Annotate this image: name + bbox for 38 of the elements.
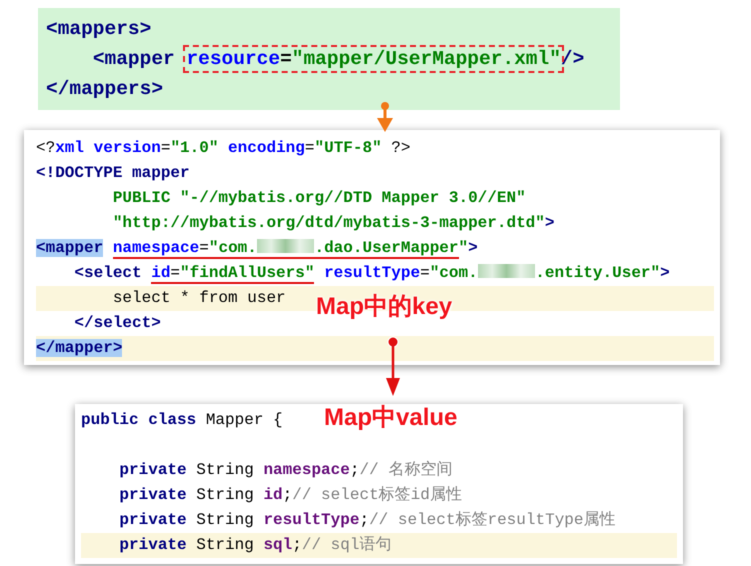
arrow	[377, 102, 393, 132]
code-line: <!DOCTYPE mapper	[36, 163, 190, 184]
code-token: >	[468, 239, 478, 257]
code-token: namespace	[112, 239, 200, 257]
code-token: <mapper	[92, 48, 176, 70]
code-token: />	[560, 48, 584, 70]
code-token: =	[170, 264, 180, 282]
code-token: >	[660, 264, 670, 282]
code-token: "mapper/UserMapper.xml"	[292, 48, 561, 70]
code-token: "com.	[208, 239, 257, 257]
code-line: </mappers>	[46, 77, 164, 102]
code-token: "findAllUsers"	[180, 264, 314, 282]
code-token: =	[420, 264, 430, 282]
blurred-text	[478, 264, 536, 278]
code-token: resultType	[324, 264, 420, 282]
code-token: <mapper	[36, 239, 104, 257]
code-token: </mapper>	[36, 339, 122, 357]
code-line: PUBLIC "-//mybatis.org//DTD Mapper 3.0//EN"	[112, 188, 526, 209]
code-token: id	[151, 264, 170, 282]
code-line: </select>	[73, 313, 161, 334]
code-line: private String resultType;// select标签resultType属性	[118, 510, 616, 531]
blurred-text	[256, 238, 314, 253]
code-token: =	[199, 239, 209, 257]
annotation-label: Map中的key	[316, 294, 452, 320]
code-line: <mappers>	[46, 17, 152, 42]
code-token: .dao.UserMapper	[314, 239, 458, 257]
code-line: private String namespace;// 名称空间	[118, 460, 452, 481]
code-line: public class Mapper {	[81, 410, 283, 431]
code-line: "http://mybatis.org/dtd/mybatis-3-mapper.dtd">	[112, 213, 554, 234]
code-token: <select	[74, 264, 143, 282]
code-token: =	[280, 48, 292, 70]
annotation-label: Map中value	[324, 405, 458, 432]
code-token: "	[458, 239, 468, 257]
code-token: resource	[186, 48, 280, 70]
code-line: private String id;// select标签id属性	[118, 485, 462, 506]
code-token: .entity.User"	[535, 264, 660, 282]
code-line: <?xml version="1.0" encoding="UTF-8" ?>	[36, 138, 411, 159]
code-token: "com.	[430, 264, 478, 282]
